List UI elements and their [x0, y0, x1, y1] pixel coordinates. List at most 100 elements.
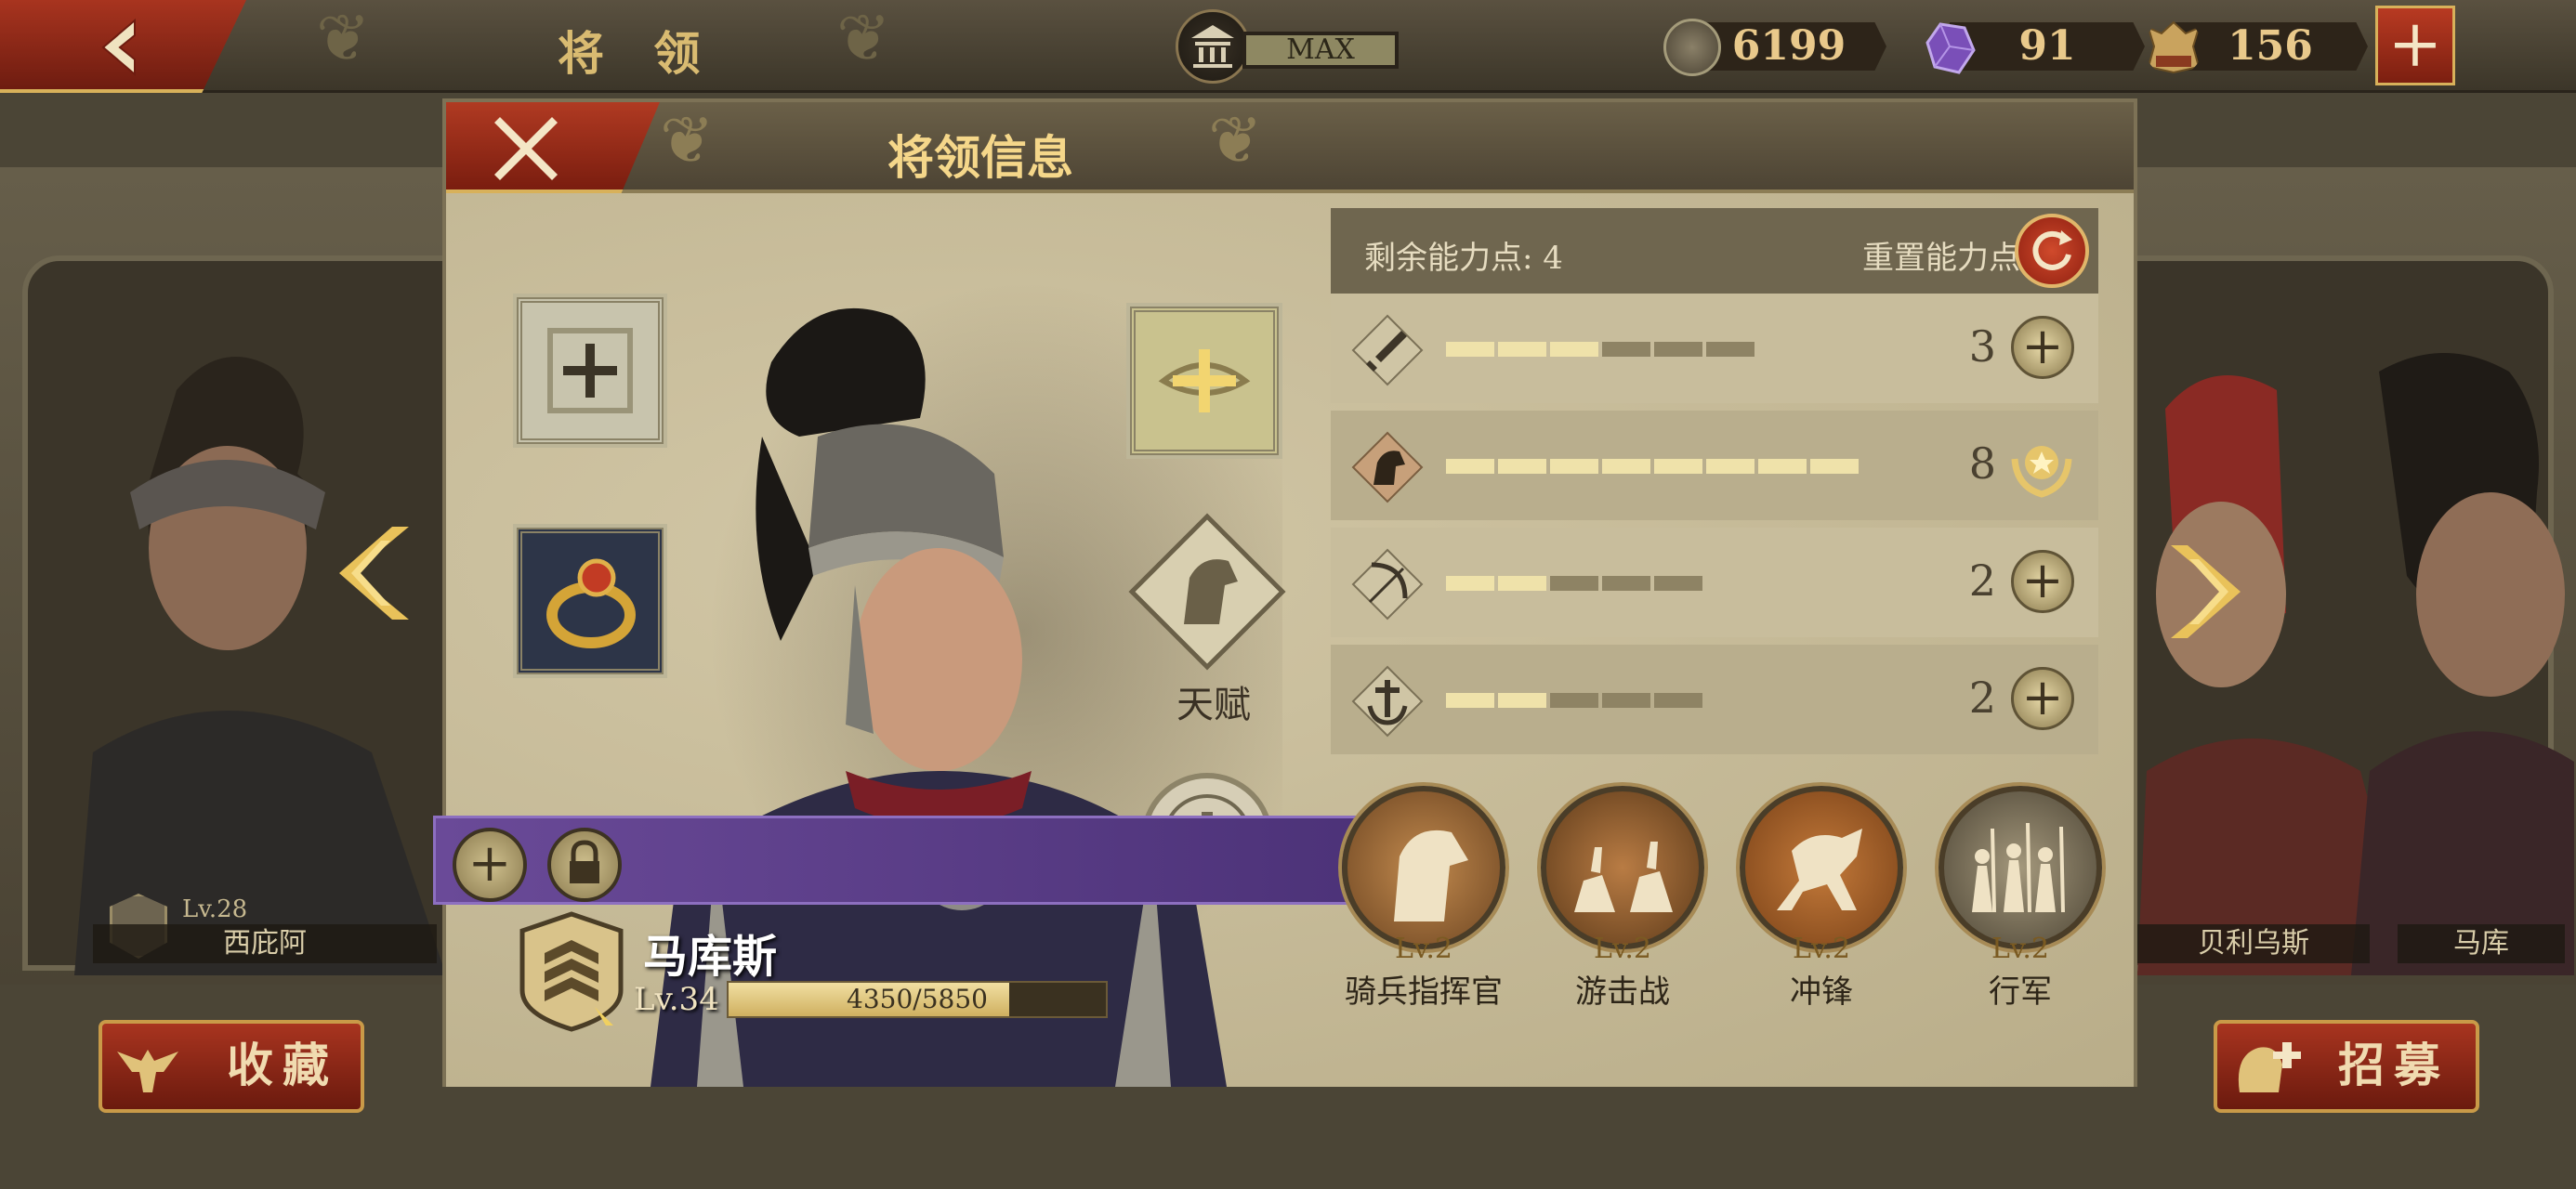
level-segment — [1446, 342, 1494, 357]
level-segment — [1498, 693, 1546, 708]
dialog-title: 将领信息 — [887, 130, 1073, 185]
level-segment — [1446, 576, 1494, 591]
skill-cavalry-commander-name: 骑兵指挥官 — [1345, 973, 1503, 1011]
header-laurel-right-icon: ❦ — [1208, 102, 1263, 178]
gem-resource[interactable]: 91 — [1922, 19, 2154, 74]
left-general-name: 西庇阿 — [93, 924, 437, 963]
stat-row-navy: 2 + — [1331, 645, 2098, 754]
rank-max-label: MAX — [1242, 32, 1399, 69]
hero-action-bar: + — [433, 816, 1372, 905]
level-segment — [1706, 459, 1755, 474]
level-segment — [1758, 459, 1807, 474]
level-segment — [1498, 459, 1546, 474]
right-general-a-name: 贝利乌斯 — [2137, 924, 2370, 963]
level-segment — [1654, 459, 1702, 474]
left-laurel-icon: ❦ — [316, 0, 371, 76]
reset-points-button[interactable] — [2015, 214, 2089, 288]
riders-icon — [1574, 842, 1673, 912]
navy-value: 2 — [1968, 673, 1996, 723]
skill-charge[interactable] — [1740, 786, 1903, 949]
skill-march[interactable] — [1939, 786, 2102, 949]
hero-xp-bar: 4350/5850 — [727, 981, 1108, 1018]
skill-cavalry-commander[interactable] — [1342, 786, 1505, 949]
previous-general-arrow[interactable] — [335, 520, 418, 651]
equipment-slot-armor[interactable] — [517, 297, 664, 444]
level-segment — [1602, 693, 1650, 708]
skill-guerrilla-name: 游击战 — [1575, 973, 1670, 1011]
skill-cavalry-commander-level: Lv.2 — [1395, 933, 1452, 965]
gold-ring-icon — [546, 558, 636, 648]
add-star-button[interactable]: + — [453, 828, 527, 902]
archer-add-button[interactable]: + — [2011, 550, 2074, 613]
level-segment — [1498, 576, 1546, 591]
add-equipment-icon — [547, 328, 633, 413]
hero-rank-badge — [517, 910, 626, 1033]
skill-guerrilla-level: Lv.2 — [1594, 933, 1651, 965]
silver-resource[interactable]: 6199 — [1663, 19, 1896, 76]
left-general-level: Lv.28 — [182, 895, 248, 923]
skill-march-level: Lv.2 — [1991, 933, 2049, 965]
favorite-button[interactable]: 收藏 — [99, 1020, 364, 1113]
talent-label: 天赋 — [1176, 684, 1251, 726]
archer-value: 2 — [1968, 555, 1996, 606]
level-segment — [1654, 693, 1702, 708]
right-laurel-icon: ❦ — [836, 0, 891, 76]
skill-charge-name: 冲锋 — [1790, 973, 1853, 1011]
left-general-portrait[interactable] — [37, 334, 446, 975]
skill-charge-level: Lv.2 — [1793, 933, 1850, 965]
equipment-slot-eye[interactable] — [1130, 307, 1279, 455]
remaining-points-label: 剩余能力点: 4 — [1364, 240, 1563, 277]
stat-row-infantry: 3 + — [1331, 294, 2098, 403]
level-segment — [1602, 459, 1650, 474]
lock-button[interactable] — [547, 828, 622, 902]
navy-add-button[interactable]: + — [2011, 667, 2074, 730]
ability-points-header: 剩余能力点: 4 重置能力点 — [1331, 208, 2098, 294]
eagle-icon — [117, 1050, 178, 1092]
cavalry-value: 8 — [1968, 438, 1996, 489]
level-segment — [1706, 342, 1755, 357]
sword-icon — [1351, 314, 1424, 386]
next-general-arrow[interactable] — [2162, 539, 2245, 670]
horse-head-icon — [1394, 830, 1468, 921]
add-resource-button[interactable]: + — [2375, 6, 2455, 85]
infantry-value: 3 — [1968, 321, 1996, 372]
level-segment — [1810, 459, 1859, 474]
max-level-badge-icon — [2007, 431, 2076, 500]
recruit-label: 招募 — [2338, 1038, 2450, 1092]
anchor-icon — [1351, 665, 1424, 738]
laurel-spqr-icon — [2147, 20, 2201, 74]
laurel-resource[interactable]: 156 — [2145, 19, 2377, 74]
city-rank[interactable]: MAX — [1176, 9, 1399, 84]
level-segment — [1498, 342, 1546, 357]
hero-name: 马库斯 — [643, 931, 778, 983]
horse-talent-icon — [1128, 513, 1286, 671]
hero-level: Lv.34 — [634, 981, 719, 1018]
temple-icon — [1176, 9, 1250, 84]
skill-march-name: 行军 — [1989, 973, 2052, 1011]
right-general-b-name: 马库 — [2398, 924, 2565, 963]
level-segment — [1550, 342, 1598, 357]
silver-coin-icon — [1663, 19, 1721, 76]
level-segment — [1654, 342, 1702, 357]
stat-row-cavalry: 8 — [1331, 411, 2098, 520]
horse-icon — [1351, 431, 1424, 503]
charging-horse-icon — [1777, 829, 1862, 910]
talent-button[interactable] — [1128, 513, 1286, 671]
skill-guerrilla[interactable] — [1541, 786, 1704, 949]
level-segment — [1550, 693, 1598, 708]
level-segment — [1602, 576, 1650, 591]
level-segment — [1550, 459, 1598, 474]
level-segment — [1446, 459, 1494, 474]
refresh-icon — [2032, 230, 2072, 270]
stat-row-archer: 2 + — [1331, 528, 2098, 637]
infantry-add-button[interactable]: + — [2011, 316, 2074, 379]
bow-icon — [1351, 548, 1424, 621]
favorite-label: 收藏 — [227, 1038, 338, 1092]
lock-icon — [570, 840, 599, 883]
equipment-slot-ring[interactable] — [517, 528, 664, 674]
hero-xp-text: 4350/5850 — [847, 984, 988, 1014]
recruit-button[interactable]: 招募 — [2214, 1020, 2479, 1113]
marching-soldiers-icon — [1972, 823, 2065, 912]
reset-points-label: 重置能力点 — [1862, 240, 2020, 277]
back-arrow-icon — [101, 18, 136, 77]
